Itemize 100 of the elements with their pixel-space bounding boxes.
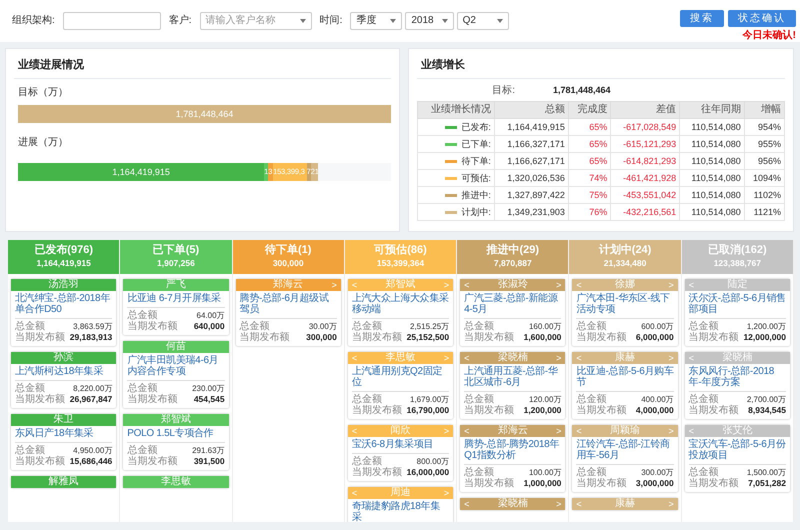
next-arrow[interactable]: > — [443, 487, 450, 499]
owner-name: 朱卫 — [52, 414, 75, 426]
owner-name: 孙滨 — [52, 352, 75, 364]
table-cell: 65% — [568, 118, 611, 136]
table-cell: 110,514,080 — [680, 170, 744, 187]
prev-arrow[interactable]: < — [576, 279, 582, 291]
prev-arrow[interactable]: < — [688, 352, 695, 364]
release-label: 当期发布额 — [576, 332, 626, 343]
deal-title[interactable]: 腾势-总部-腾势2018年Q1指数分析 — [464, 439, 562, 465]
release-label: 当期发布额 — [15, 456, 65, 467]
table-cell: 1,164,419,915 — [494, 118, 568, 136]
release-value: 26,967,847 — [70, 394, 112, 405]
table-cell: 110,514,080 — [680, 152, 744, 170]
prev-arrow[interactable]: < — [576, 425, 582, 437]
next-arrow[interactable]: > — [668, 498, 674, 510]
time-select[interactable]: 季度 — [350, 12, 402, 30]
deal-title[interactable]: 江铃汽车-总部-江铃商用车-56月 — [576, 439, 674, 465]
table-cell: 1094% — [744, 170, 784, 187]
column-total: 7,870,887 — [492, 257, 533, 269]
org-input-field[interactable] — [62, 12, 161, 30]
prev-arrow[interactable]: < — [464, 425, 470, 437]
deal-title[interactable]: 奇瑞捷豹路虎18年集采 — [352, 501, 450, 522]
time-select[interactable]: Q2 — [456, 12, 509, 30]
deal-title[interactable]: 上汽通用五菱-总部-华北区城市-6月 — [464, 366, 562, 392]
panel-title: 业绩进展情况 — [14, 53, 391, 80]
amount-value: 1,500.00万 — [746, 467, 786, 478]
column-title: 已下单(5) — [152, 244, 200, 257]
owner-name: 周颖瑜 — [609, 425, 642, 437]
deal-title[interactable]: 腾势-总部-6月超级试驾员 — [240, 293, 337, 319]
amount-label: 总金额 — [127, 310, 158, 321]
next-arrow[interactable]: > — [555, 279, 562, 291]
table-cell: 956% — [744, 152, 784, 170]
amount-label: 总金额 — [576, 467, 606, 478]
next-arrow[interactable]: > — [443, 279, 450, 291]
table-cell: 1,320,026,536 — [494, 170, 568, 187]
deal-title[interactable]: 广汽三菱-总部-新能源4-5月 — [464, 293, 562, 319]
prev-arrow[interactable]: < — [576, 498, 582, 510]
legend-label: 待下单: — [461, 156, 491, 166]
confirm-button[interactable]: 状态确认 — [728, 10, 796, 27]
next-arrow[interactable]: > — [668, 425, 674, 437]
release-value: 25,152,500 — [406, 332, 450, 343]
amount-value: 64.00万 — [196, 310, 225, 321]
deal-title[interactable]: 东风日产18年集采 — [15, 428, 112, 443]
prev-arrow[interactable]: < — [352, 487, 358, 499]
table-cell: -461,421,928 — [610, 170, 680, 187]
deal-title[interactable]: 广汽本田-华东区-线下活动专项 — [576, 293, 674, 319]
owner-name: 康赫 — [614, 352, 636, 364]
table-cell: 110,514,080 — [680, 136, 744, 153]
deal-title[interactable]: 北汽绅宝-总部-2018年单合作D50 — [15, 293, 112, 319]
deal-title[interactable]: 上汽斯柯达18年集采 — [15, 366, 112, 381]
owner-name: 李思敏 — [384, 352, 416, 364]
prev-arrow[interactable]: < — [352, 279, 358, 291]
prev-arrow[interactable]: < — [688, 425, 695, 437]
prev-arrow[interactable]: < — [464, 498, 470, 510]
prev-arrow[interactable]: < — [464, 279, 470, 291]
amount-value: 8,220.00万 — [73, 383, 112, 394]
table-cell: 1,166,327,171 — [494, 136, 568, 153]
release-value: 391,500 — [194, 456, 225, 467]
next-arrow[interactable]: > — [668, 352, 674, 364]
next-arrow[interactable]: > — [555, 425, 562, 437]
owner-name: 郑海云 — [272, 279, 304, 291]
deal-title[interactable]: 上汽大众上海大众集采移动端 — [352, 293, 450, 319]
amount-value: 400.00万 — [641, 394, 674, 405]
owner-name: 严飞 — [164, 279, 187, 291]
deal-title[interactable]: 宝沃汽车-总部-5-6月份投放项目 — [688, 439, 786, 465]
release-label: 当期发布额 — [352, 332, 402, 343]
prev-arrow[interactable]: < — [352, 425, 358, 437]
next-arrow[interactable]: > — [555, 498, 562, 510]
next-arrow[interactable]: > — [443, 425, 450, 437]
deal-title[interactable]: 上汽通用别克Q2固定位 — [352, 366, 450, 392]
deal-title[interactable]: 东风风行-总部-2018年-年度方案 — [688, 366, 786, 392]
legend-label: 可预估: — [461, 172, 491, 183]
release-label: 当期发布额 — [15, 332, 65, 343]
next-arrow[interactable]: > — [330, 279, 337, 291]
deal-title[interactable]: 广汽丰田凯美瑞4-6月内容合作专项 — [127, 355, 225, 381]
release-value: 29,183,913 — [70, 332, 112, 343]
prev-arrow[interactable]: < — [576, 352, 582, 364]
deal-title[interactable]: 比亚迪 6-7月开屏集采 — [127, 293, 225, 308]
deal-title[interactable]: 比亚迪-总部-5-6月购车节 — [576, 366, 674, 392]
search-button[interactable]: 搜索 — [680, 10, 724, 27]
next-arrow[interactable]: > — [443, 352, 450, 364]
customer-select[interactable]: 请输入客户名称 — [200, 12, 312, 30]
owner-name: 郑智斌 — [384, 279, 416, 291]
next-arrow[interactable]: > — [668, 279, 674, 291]
column-title: 可预估(86) — [373, 244, 428, 257]
filter-label: 客户: — [168, 15, 192, 27]
owner-name: 徐娜 — [614, 279, 636, 291]
release-value: 1,000,000 — [524, 478, 562, 489]
prev-arrow[interactable]: < — [464, 352, 470, 364]
bar-label: 目标（万） — [18, 87, 69, 100]
release-label: 当期发布额 — [688, 405, 739, 416]
time-select[interactable]: 2018 — [405, 12, 454, 30]
deal-title[interactable]: 沃尔沃-总部-5-6月销售部项目 — [688, 293, 786, 319]
prev-arrow[interactable]: < — [352, 352, 358, 364]
column-title: 已取消(162) — [707, 244, 768, 257]
amount-label: 总金额 — [464, 321, 494, 332]
prev-arrow[interactable]: < — [688, 279, 695, 291]
deal-title[interactable]: POLO 1.5L专项合作 — [127, 428, 225, 443]
deal-title[interactable]: 宝沃6-8月集采项目 — [352, 439, 450, 454]
next-arrow[interactable]: > — [555, 352, 562, 364]
